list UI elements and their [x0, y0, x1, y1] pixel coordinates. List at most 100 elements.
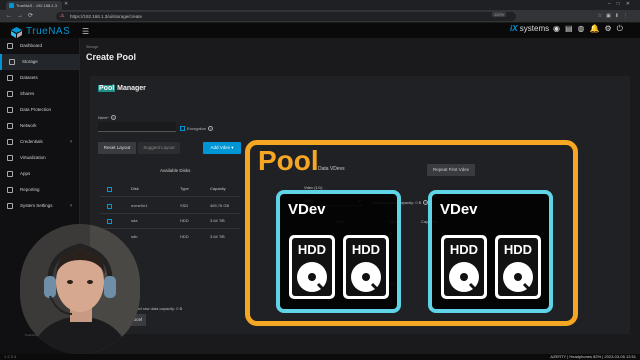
zoom-badge[interactable]: 110% [492, 12, 506, 17]
sidebar-item-label: Shares [20, 91, 35, 96]
logo-text: TrueNAS [26, 26, 71, 37]
page-title: Create Pool [86, 52, 137, 62]
taskbar-status: AZERTY | Headphones 82% | 2023-03-05 12:… [550, 354, 636, 359]
sidebar-item-label: Virtualization [20, 155, 46, 160]
hdd-icon: HDD [289, 235, 335, 299]
encryption-label: Encryption [187, 126, 206, 131]
close-tab-icon[interactable]: ✕ [64, 1, 68, 7]
disk-capacity: 465.76 GB [210, 203, 230, 208]
add-vdev-label: Add Vdev [210, 145, 230, 150]
column-header[interactable]: Disk [131, 186, 139, 191]
highlighted-text: Pool [98, 85, 116, 92]
webcam-overlay [20, 224, 140, 354]
browser-tab[interactable]: TrueNAS - 192.168.1.3 [6, 1, 62, 10]
menu-icon[interactable]: ☰ [82, 27, 89, 36]
sidebar-item-label: Network [20, 123, 37, 128]
disk-type: HDD [180, 218, 189, 223]
hdd-icon: HDD [343, 235, 389, 299]
datasets-icon [7, 75, 13, 81]
column-header[interactable]: Type [180, 186, 189, 191]
data-protection-icon [7, 107, 13, 113]
tab-title: TrueNAS - 192.168.1.3 [16, 3, 57, 8]
address-bar: ←→⟳ ⚠ https://192.168.1.3/ui/storage/cre… [0, 10, 640, 23]
presenter-image [20, 224, 140, 354]
truenas-favicon-icon [9, 3, 14, 8]
vdev-box: VDev HDD HDD [276, 190, 401, 313]
url-field[interactable]: ⚠ https://192.168.1.3/ui/storage/create [56, 12, 516, 21]
table-row[interactable]: nvme0n1 SSD 465.76 GB [100, 203, 240, 211]
breadcrumb[interactable]: Storage [86, 45, 98, 49]
hdd-label: HDD [352, 242, 380, 257]
sidebar-item-label: Storage [22, 59, 38, 64]
name-label-text: Name* [98, 116, 109, 120]
virtualization-icon [7, 155, 13, 161]
sidebar-item-data-protection[interactable]: Data Protection [0, 102, 80, 118]
sidebar-item-virtualization[interactable]: Virtualization [0, 150, 80, 166]
dashboard-icon [7, 43, 13, 49]
help-icon[interactable]: ? [207, 126, 213, 131]
suggest-layout-button[interactable]: Suggest Layout [138, 142, 180, 154]
chevron-right-icon: › [70, 203, 72, 209]
disk-type: HDD [180, 234, 189, 239]
table-row[interactable]: sda HDD 3.64 TiB [100, 218, 240, 226]
network-icon [7, 123, 13, 129]
pool-label: Pool [258, 145, 319, 176]
sidebar-item-label: Datasets [20, 75, 38, 80]
select-all-checkbox[interactable] [107, 187, 112, 192]
disk-capacity: 3.64 TiB [210, 218, 225, 223]
ix-brand: iX [510, 24, 518, 33]
add-vdev-button[interactable]: Add Vdev ▾ [203, 142, 241, 154]
keyboard-layout[interactable]: AZERTY [550, 354, 566, 359]
sidebar-item-reporting[interactable]: Reporting [0, 182, 80, 198]
sidebar-item-label: Credentials [20, 139, 43, 144]
apps-icon [7, 171, 13, 177]
ix-text: systems [519, 24, 550, 33]
sidebar-item-dashboard[interactable]: Dashboard [0, 38, 80, 54]
encryption-checkbox[interactable] [180, 126, 185, 132]
hdd-label: HDD [298, 242, 326, 257]
available-disks-title: Available Disks [160, 168, 191, 173]
sidebar-item-datasets[interactable]: Datasets [0, 70, 80, 86]
help-icon[interactable]: ? [110, 115, 116, 120]
url-text: https://192.168.1.3/ui/storage/create [70, 14, 143, 19]
vdev-label: VDev [288, 201, 326, 218]
hdd-label: HDD [450, 242, 478, 257]
divider [100, 213, 240, 214]
sidebar-item-shares[interactable]: Shares [0, 86, 80, 102]
sidebar-item-label: Reporting [20, 187, 40, 192]
column-header[interactable]: Capacity [210, 186, 226, 191]
name-input[interactable] [98, 122, 176, 132]
nav-buttons[interactable]: ←→⟳ [6, 12, 38, 19]
encryption-option[interactable]: Encryption? [180, 126, 213, 132]
disk-capacity: 3.64 TiB [210, 234, 225, 239]
browser-tabbar: TrueNAS - 192.168.1.3 ✕ –□✕ [0, 0, 640, 10]
taskbar-workspaces[interactable]: 1 2 3 4 [4, 354, 16, 359]
sidebar-item-storage[interactable]: Storage [0, 54, 80, 70]
not-secure-icon[interactable]: ⚠ [60, 12, 64, 21]
hdd-icon: HDD [495, 235, 541, 299]
sidebar-item-apps[interactable]: Apps [0, 166, 80, 182]
sidebar-item-label: Apps [20, 171, 31, 176]
divider [100, 228, 240, 229]
storage-icon [9, 59, 15, 65]
row-checkbox[interactable] [107, 219, 112, 224]
extension-icons[interactable]: ☆▣⬇⋮ [598, 13, 632, 19]
sidebar-item-network[interactable]: Network [0, 118, 80, 134]
sidebar-item-label: System Settings [20, 203, 53, 208]
sidebar-item-credentials[interactable]: Credentials › [0, 134, 80, 150]
hdd-icon: HDD [441, 235, 487, 299]
available-disks-header: Disk Type Capacity [100, 186, 240, 194]
reset-layout-button[interactable]: Reset Layout [98, 142, 136, 154]
reporting-icon [7, 187, 13, 193]
hdd-label: HDD [504, 242, 532, 257]
row-checkbox[interactable] [107, 204, 112, 209]
ixsystems-logo: iX systems [510, 24, 549, 33]
sidebar-item-label: Data Protection [20, 107, 52, 112]
header-action-icons[interactable]: ◉▤◍🔔⚙⏻ [553, 24, 628, 34]
disk-type: SSD [180, 203, 189, 208]
name-label: Name*? [98, 115, 116, 120]
audio-status[interactable]: Headphones 82% [569, 354, 601, 359]
sidebar-item-system-settings[interactable]: System Settings › [0, 198, 80, 214]
window-controls[interactable]: –□✕ [608, 1, 636, 7]
clock: 2023-03-05 12:51 [604, 354, 636, 359]
